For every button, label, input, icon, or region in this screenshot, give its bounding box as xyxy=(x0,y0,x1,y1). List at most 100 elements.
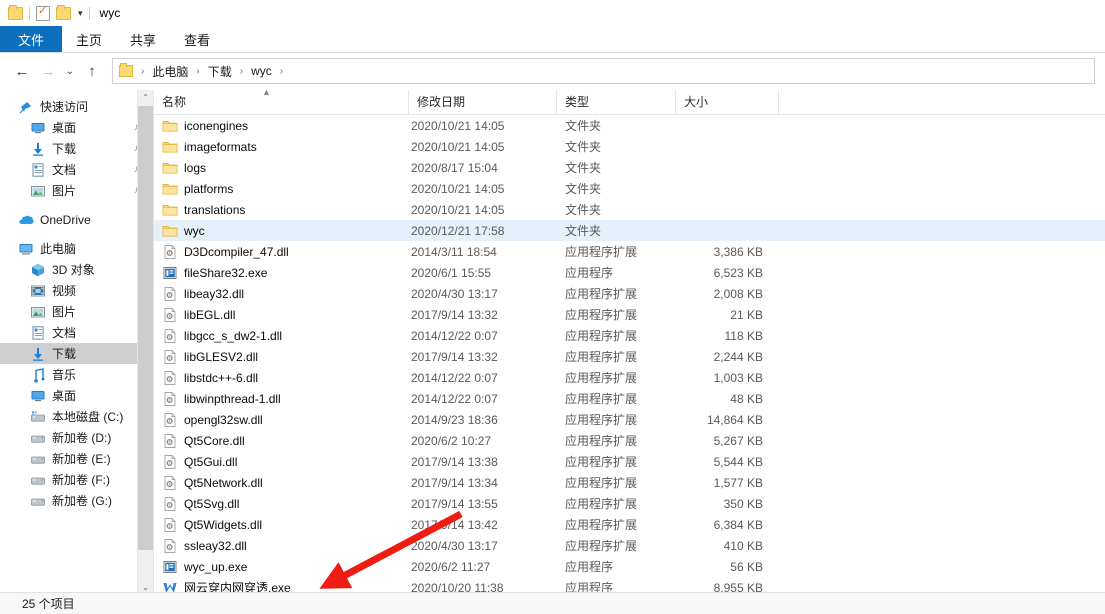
table-row[interactable]: wyc_up.exe 2020/6/2 11:27 应用程序 56 KB xyxy=(154,556,1105,577)
cell-size: 48 KB xyxy=(730,391,763,406)
back-button[interactable]: ← xyxy=(10,59,34,83)
table-row[interactable]: Qt5Network.dll 2017/9/14 13:34 应用程序扩展 1,577… xyxy=(154,472,1105,493)
column-headers: 名称 修改日期 类型 大小 ▲ xyxy=(154,90,1105,115)
table-row[interactable]: translations 2020/10/21 14:05 文件夹 xyxy=(154,199,1105,220)
cell-name: wyc_up.exe xyxy=(154,559,409,575)
table-row[interactable]: Qt5Gui.dll 2017/9/14 13:38 应用程序扩展 5,544 KB xyxy=(154,451,1105,472)
table-row[interactable]: imageformats 2020/10/21 14:05 文件夹 xyxy=(154,136,1105,157)
sidebar-group-OneDrive[interactable]: OneDrive xyxy=(0,209,153,230)
file-list-pane: 名称 修改日期 类型 大小 ▲ iconengines 2020/10/21 14… xyxy=(153,90,1105,595)
drive-icon xyxy=(30,430,46,446)
cell-date: 2017/9/14 13:38 xyxy=(411,454,498,469)
computer-icon xyxy=(18,241,34,257)
table-row[interactable]: D3Dcompiler_47.dll 2014/3/11 18:54 应用程序扩展 3… xyxy=(154,241,1105,262)
table-row[interactable]: libeay32.dll 2020/4/30 13:17 应用程序扩展 2,008 K… xyxy=(154,283,1105,304)
sidebar-item-文档[interactable]: 文档 xyxy=(0,322,153,343)
sidebar-group-label: OneDrive xyxy=(40,212,91,227)
sidebar-item-桌面[interactable]: 桌面⚲ xyxy=(0,117,153,138)
breadcrumb-item-0[interactable]: 此电脑 xyxy=(150,62,190,81)
cell-type: 应用程序扩展 xyxy=(565,497,638,511)
navigation-scrollbar[interactable]: ⌃ ⌄ xyxy=(137,90,153,595)
sidebar-group-label: 快速访问 xyxy=(40,100,89,114)
cell-type: 应用程序 xyxy=(565,266,614,280)
sidebar-group-此电脑[interactable]: 此电脑 xyxy=(0,238,153,259)
cell-date: 2020/4/30 13:17 xyxy=(411,538,498,553)
table-row[interactable]: Qt5Core.dll 2020/6/2 10:27 应用程序扩展 5,267 KB xyxy=(154,430,1105,451)
sidebar-group-label: 此电脑 xyxy=(40,242,77,256)
sidebar-item-下载[interactable]: 下载⚲ xyxy=(0,138,153,159)
sidebar-item-下载[interactable]: 下载 xyxy=(0,343,153,364)
table-row[interactable]: Qt5Widgets.dll 2017/9/14 13:42 应用程序扩展 6,384… xyxy=(154,514,1105,535)
cell-date: 2014/12/22 0:07 xyxy=(411,328,498,343)
folder-icon xyxy=(162,139,178,155)
cell-name: fileShare32.exe xyxy=(154,265,409,281)
table-row[interactable]: fileShare32.exe 2020/6/1 15:55 应用程序 6,523 K… xyxy=(154,262,1105,283)
scroll-up-icon[interactable]: ⌃ xyxy=(138,90,153,105)
sidebar-item-新加卷 (E:)[interactable]: 新加卷 (E:) xyxy=(0,448,153,469)
table-row[interactable]: Qt5Svg.dll 2017/9/14 13:55 应用程序扩展 350 KB xyxy=(154,493,1105,514)
new-folder-icon[interactable] xyxy=(56,4,71,20)
tab-home[interactable]: 主页 xyxy=(62,26,116,52)
table-row[interactable]: logs 2020/8/17 15:04 文件夹 xyxy=(154,157,1105,178)
table-row[interactable]: iconengines 2020/10/21 14:05 文件夹 xyxy=(154,115,1105,136)
table-row[interactable]: opengl32sw.dll 2014/9/23 18:36 应用程序扩展 14,86… xyxy=(154,409,1105,430)
sidebar-group-快速访问[interactable]: 快速访问 xyxy=(0,96,153,117)
table-row[interactable]: libEGL.dll 2017/9/14 13:32 应用程序扩展 21 KB xyxy=(154,304,1105,325)
sidebar-item-新加卷 (D:)[interactable]: 新加卷 (D:) xyxy=(0,427,153,448)
sidebar-item-音乐[interactable]: 音乐 xyxy=(0,364,153,385)
file-name-label: fileShare32.exe xyxy=(184,265,268,280)
sidebar-item-图片[interactable]: 图片 xyxy=(0,301,153,322)
download-icon xyxy=(30,346,46,362)
cell-type: 应用程序扩展 xyxy=(565,350,638,364)
cell-type: 应用程序扩展 xyxy=(565,308,638,322)
table-row[interactable]: platforms 2020/10/21 14:05 文件夹 xyxy=(154,178,1105,199)
up-button[interactable]: ↑ xyxy=(80,59,104,83)
folder-icon[interactable] xyxy=(8,4,23,20)
videos-icon xyxy=(30,283,46,299)
cell-date: 2020/6/1 15:55 xyxy=(411,265,492,280)
table-row[interactable]: wyc 2020/12/21 17:58 文件夹 xyxy=(154,220,1105,241)
cell-date: 2020/6/2 10:27 xyxy=(411,433,492,448)
properties-icon[interactable] xyxy=(36,4,50,21)
sidebar-item-图片[interactable]: 图片⚲ xyxy=(0,180,153,201)
sidebar-item-桌面[interactable]: 桌面 xyxy=(0,385,153,406)
recent-locations-button[interactable]: ⌄ xyxy=(62,59,78,83)
sidebar-item-文档[interactable]: 文档⚲ xyxy=(0,159,153,180)
tab-view[interactable]: 查看 xyxy=(170,26,224,52)
table-row[interactable]: libgcc_s_dw2-1.dll 2014/12/22 0:07 应用程序扩展 1… xyxy=(154,325,1105,346)
sidebar-item-本地磁盘 (C:)[interactable]: 本地磁盘 (C:) xyxy=(0,406,153,427)
tab-share[interactable]: 共享 xyxy=(116,26,170,52)
column-header-size[interactable]: 大小 xyxy=(676,90,779,114)
sidebar-item-新加卷 (F:)[interactable]: 新加卷 (F:) xyxy=(0,469,153,490)
table-row[interactable]: libstdc++-6.dll 2014/12/22 0:07 应用程序扩展 1,00… xyxy=(154,367,1105,388)
title-bar: ▾ wyc xyxy=(0,0,1105,26)
column-header-type[interactable]: 类型 xyxy=(557,90,676,114)
file-name-label: Qt5Network.dll xyxy=(184,475,263,490)
file-name-label: libEGL.dll xyxy=(184,307,236,322)
cell-type: 文件夹 xyxy=(565,203,602,217)
forward-button[interactable]: → xyxy=(36,59,60,83)
exe-icon xyxy=(162,265,178,281)
cell-type: 文件夹 xyxy=(565,224,602,238)
chevron-down-icon[interactable]: ▾ xyxy=(78,8,83,18)
breadcrumb[interactable]: › 此电脑 › 下载 › wyc › xyxy=(112,58,1095,84)
tab-file[interactable]: 文件 xyxy=(0,26,63,52)
breadcrumb-separator-3[interactable]: › xyxy=(277,66,286,77)
sidebar-item-3D 对象[interactable]: 3D 对象 xyxy=(0,259,153,280)
system-drive-icon xyxy=(30,409,46,425)
dll-icon xyxy=(162,286,178,302)
breadcrumb-item-1[interactable]: 下载 xyxy=(206,62,234,81)
dll-icon xyxy=(162,349,178,365)
column-header-name[interactable]: 名称 xyxy=(154,90,409,114)
sidebar-item-新加卷 (G:)[interactable]: 新加卷 (G:) xyxy=(0,490,153,511)
table-row[interactable]: libwinpthread-1.dll 2014/12/22 0:07 应用程序扩展… xyxy=(154,388,1105,409)
table-row[interactable]: ssleay32.dll 2020/4/30 13:17 应用程序扩展 410 KB xyxy=(154,535,1105,556)
table-row[interactable]: libGLESV2.dll 2017/9/14 13:32 应用程序扩展 2,244 … xyxy=(154,346,1105,367)
desktop-icon xyxy=(30,388,46,404)
cell-name: libwinpthread-1.dll xyxy=(154,391,409,407)
column-header-date[interactable]: 修改日期 xyxy=(409,90,557,114)
breadcrumb-item-2[interactable]: wyc xyxy=(249,63,274,79)
scrollbar-thumb[interactable] xyxy=(138,106,153,550)
sidebar-item-视频[interactable]: 视频 xyxy=(0,280,153,301)
breadcrumb-folder-icon xyxy=(119,63,133,77)
